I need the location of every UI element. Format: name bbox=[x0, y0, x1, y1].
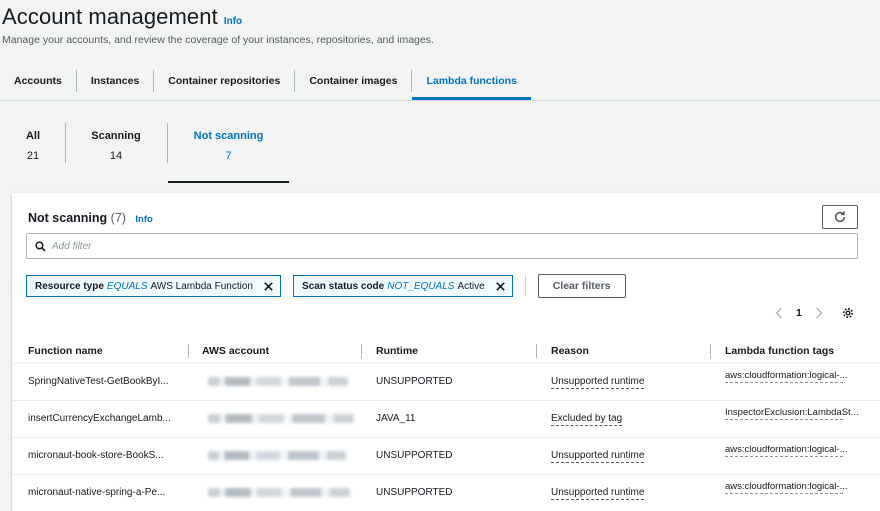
search-icon bbox=[35, 240, 46, 252]
page: Account management Info Manage your acco… bbox=[0, 0, 880, 511]
functions-table: Function name AWS account Runtime Reason… bbox=[12, 338, 880, 511]
tab-lambda-functions[interactable]: Lambda functions bbox=[412, 62, 532, 100]
clear-filters-button[interactable]: Clear filters bbox=[537, 274, 626, 298]
column-divider[interactable] bbox=[710, 344, 711, 358]
table-row[interactable]: SpringNativeTest-GetBookByI... UNSUPPORT… bbox=[12, 364, 880, 401]
function-name-cell[interactable]: insertCurrencyExchangeLamb... bbox=[28, 413, 171, 424]
tags-underline: . bbox=[725, 456, 843, 462]
filter-token-resource-type: Resource type EQUALS AWS Lambda Function bbox=[26, 275, 281, 297]
aws-account-cell-redacted bbox=[208, 451, 346, 460]
column-divider[interactable] bbox=[188, 344, 189, 358]
panel-title: Not scanning (7) Info bbox=[28, 211, 153, 225]
token-key: Resource type bbox=[35, 280, 104, 292]
column-header-reason[interactable]: Reason bbox=[551, 345, 589, 357]
tab-instances[interactable]: Instances bbox=[77, 62, 153, 100]
filter-input[interactable] bbox=[52, 240, 832, 252]
counter-value: 7 bbox=[225, 150, 232, 162]
reason-cell[interactable]: Excluded by tag bbox=[551, 413, 623, 426]
close-icon bbox=[264, 281, 273, 291]
function-name-cell[interactable]: micronaut-native-spring-a-Pe... bbox=[28, 487, 165, 498]
gear-icon bbox=[842, 307, 853, 319]
runtime-cell: UNSUPPORTED bbox=[376, 487, 453, 498]
tags-underline: . bbox=[725, 419, 843, 425]
token-operator: NOT_EQUALS bbox=[387, 280, 455, 292]
close-icon bbox=[495, 281, 505, 291]
title-row: Account management Info bbox=[2, 4, 242, 30]
pagination: 1 bbox=[772, 305, 854, 321]
info-link[interactable]: Info bbox=[224, 16, 242, 27]
table-row[interactable]: micronaut-book-store-BookS... UNSUPPORTE… bbox=[12, 438, 880, 475]
reason-cell[interactable]: Unsupported runtime bbox=[551, 450, 645, 463]
remove-token-button[interactable] bbox=[495, 281, 506, 292]
table-row[interactable]: insertCurrencyExchangeLamb... JAVA_11 Ex… bbox=[12, 401, 880, 438]
column-divider[interactable] bbox=[361, 344, 362, 358]
tags-text: aws:cloudformation:logical-... bbox=[725, 481, 848, 492]
counter-not-scanning[interactable]: Not scanning 7 bbox=[168, 113, 289, 183]
page-number[interactable]: 1 bbox=[796, 307, 802, 319]
column-divider[interactable] bbox=[536, 344, 537, 358]
counter-label: All bbox=[25, 130, 41, 142]
table-row[interactable]: micronaut-native-spring-a-Pe... UNSUPPOR… bbox=[12, 475, 880, 511]
column-header-tags[interactable]: Lambda function tags bbox=[725, 345, 834, 357]
token-key: Scan status code bbox=[301, 280, 385, 292]
runtime-cell: JAVA_11 bbox=[376, 413, 416, 424]
next-page-button[interactable] bbox=[812, 307, 826, 319]
aws-account-cell-redacted bbox=[208, 414, 354, 423]
tab-accounts[interactable]: Accounts bbox=[0, 62, 76, 100]
filter-box[interactable] bbox=[26, 233, 858, 259]
tags-underline: . bbox=[725, 382, 843, 388]
function-name-cell[interactable]: SpringNativeTest-GetBookByI... bbox=[28, 376, 169, 387]
runtime-cell: UNSUPPORTED bbox=[376, 376, 453, 387]
column-header-aws-account[interactable]: AWS account bbox=[202, 345, 269, 357]
tab-container-repositories[interactable]: Container repositories bbox=[154, 62, 294, 100]
tabs-underline bbox=[0, 100, 880, 101]
refresh-button[interactable] bbox=[822, 205, 858, 229]
tokens-divider bbox=[524, 275, 526, 297]
counter-value: 21 bbox=[26, 150, 40, 162]
column-header-function-name[interactable]: Function name bbox=[28, 345, 103, 357]
panel-info-link[interactable]: Info bbox=[135, 214, 152, 225]
filter-tokens: Resource type EQUALS AWS Lambda Function… bbox=[26, 274, 626, 298]
chevron-right-icon bbox=[815, 307, 823, 319]
remove-token-button[interactable] bbox=[263, 281, 274, 292]
reason-cell[interactable]: Unsupported runtime bbox=[551, 376, 645, 389]
token-value: Active bbox=[457, 280, 485, 292]
filter-token-scan-status-code: Scan status code NOT_EQUALS Active bbox=[292, 275, 513, 297]
tags-underline: . bbox=[725, 493, 843, 499]
tab-container-images[interactable]: Container images bbox=[295, 62, 411, 100]
counter-divider bbox=[65, 123, 66, 163]
tab-bar: Accounts Instances Container repositorie… bbox=[0, 62, 532, 100]
previous-page-button[interactable] bbox=[772, 307, 786, 319]
panel-title-text: Not scanning bbox=[28, 211, 108, 225]
reason-cell[interactable]: Unsupported runtime bbox=[551, 487, 645, 500]
table-header: Function name AWS account Runtime Reason… bbox=[12, 338, 880, 364]
runtime-cell: UNSUPPORTED bbox=[376, 450, 453, 461]
tags-cell[interactable]: aws:cloudformation:logical-... . bbox=[725, 370, 865, 388]
page-title: Account management bbox=[2, 4, 218, 29]
page-subtitle: Manage your accounts, and review the cov… bbox=[2, 34, 434, 46]
aws-account-cell-redacted bbox=[208, 488, 350, 497]
tags-cell[interactable]: InspectorExclusion:LambdaSt... . bbox=[725, 407, 865, 425]
preferences-button[interactable] bbox=[842, 307, 854, 319]
token-value: AWS Lambda Function bbox=[150, 280, 253, 292]
counter-all[interactable]: All 21 bbox=[14, 113, 52, 183]
tags-text: aws:cloudformation:logical-... bbox=[725, 370, 848, 381]
counter-value: 14 bbox=[109, 150, 123, 162]
panel-count: (7) bbox=[110, 211, 126, 225]
aws-account-cell-redacted bbox=[208, 377, 348, 386]
counter-label: Scanning bbox=[91, 130, 141, 142]
function-name-cell[interactable]: micronaut-book-store-BookS... bbox=[28, 450, 164, 461]
scan-status-counters: All 21 Scanning 14 Not scanning 7 bbox=[0, 113, 880, 185]
refresh-icon bbox=[834, 211, 846, 223]
not-scanning-panel: Not scanning (7) Info Resource type EQUA… bbox=[12, 193, 880, 511]
tags-cell[interactable]: aws:cloudformation:logical-... . bbox=[725, 481, 865, 499]
column-header-runtime[interactable]: Runtime bbox=[376, 345, 418, 357]
tags-text: InspectorExclusion:LambdaSt... bbox=[725, 407, 859, 418]
counter-label: Not scanning bbox=[193, 130, 264, 142]
counter-scanning[interactable]: Scanning 14 bbox=[78, 113, 154, 183]
chevron-left-icon bbox=[775, 307, 782, 319]
tags-text: aws:cloudformation:logical-... bbox=[725, 444, 848, 455]
token-operator: EQUALS bbox=[106, 280, 148, 292]
tags-cell[interactable]: aws:cloudformation:logical-... . bbox=[725, 444, 865, 462]
